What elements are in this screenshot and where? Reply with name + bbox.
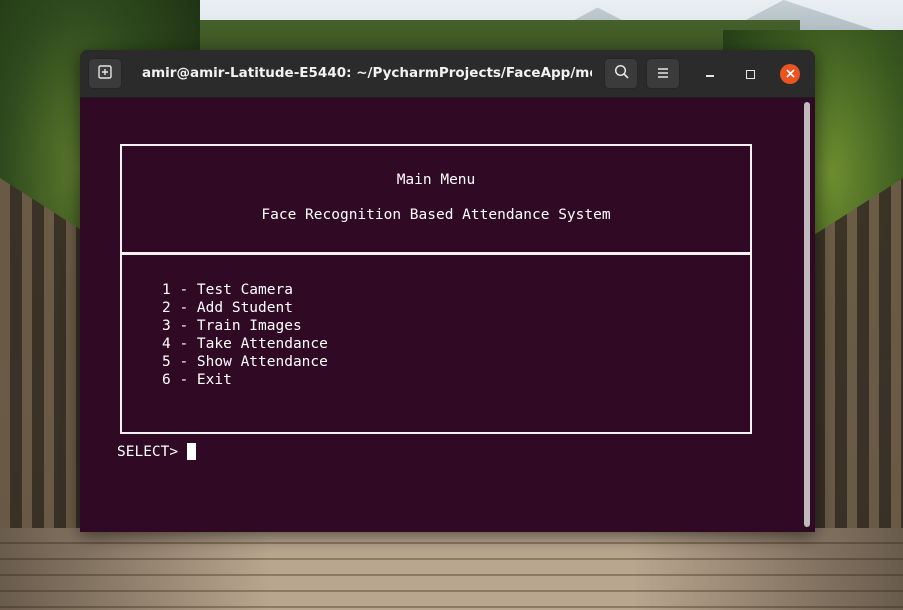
menu-option-show-attendance: 5 - Show Attendance xyxy=(162,354,328,370)
maximize-button[interactable] xyxy=(740,64,760,84)
app-subtitle: Face Recognition Based Attendance System xyxy=(261,207,611,223)
text-cursor xyxy=(187,443,197,460)
menu-option-take-attendance: 4 - Take Attendance xyxy=(162,336,328,352)
minimize-button[interactable] xyxy=(700,64,720,84)
menu-options-list: 1 - Test Camera 2 - Add Student 3 - Trai… xyxy=(162,281,328,389)
menu-options-box: 1 - Test Camera 2 - Add Student 3 - Trai… xyxy=(120,253,752,434)
search-button[interactable] xyxy=(604,58,638,89)
search-icon xyxy=(614,64,629,83)
prompt-label: SELECT> xyxy=(117,443,179,460)
terminal-output[interactable]: Main Menu Face Recognition Based Attenda… xyxy=(80,98,815,532)
menu-title: Main Menu xyxy=(396,172,476,188)
new-tab-icon xyxy=(98,64,112,83)
menu-button[interactable] xyxy=(646,58,680,89)
window-titlebar[interactable]: amir@amir-Latitude-E5440: ~/PycharmProje… xyxy=(80,50,815,98)
menu-option-test-camera: 1 - Test Camera xyxy=(162,282,293,298)
terminal-window[interactable]: amir@amir-Latitude-E5440: ~/PycharmProje… xyxy=(80,50,815,532)
new-tab-button[interactable] xyxy=(88,58,122,89)
menu-option-exit: 6 - Exit xyxy=(162,372,232,388)
minimize-icon xyxy=(706,75,714,77)
menu-option-add-student: 2 - Add Student xyxy=(162,300,293,316)
close-button[interactable] xyxy=(780,64,800,84)
close-icon xyxy=(785,67,795,82)
menu-option-train-images: 3 - Train Images xyxy=(162,318,302,334)
terminal-scrollbar[interactable] xyxy=(804,102,810,527)
window-title: amir@amir-Latitude-E5440: ~/PycharmProje… xyxy=(142,65,592,81)
hamburger-menu-icon xyxy=(656,65,670,83)
menu-header-box: Main Menu Face Recognition Based Attenda… xyxy=(120,144,752,254)
command-prompt[interactable]: SELECT> xyxy=(117,443,197,460)
wallpaper-deck-shade xyxy=(0,528,903,610)
maximize-icon xyxy=(745,69,755,79)
